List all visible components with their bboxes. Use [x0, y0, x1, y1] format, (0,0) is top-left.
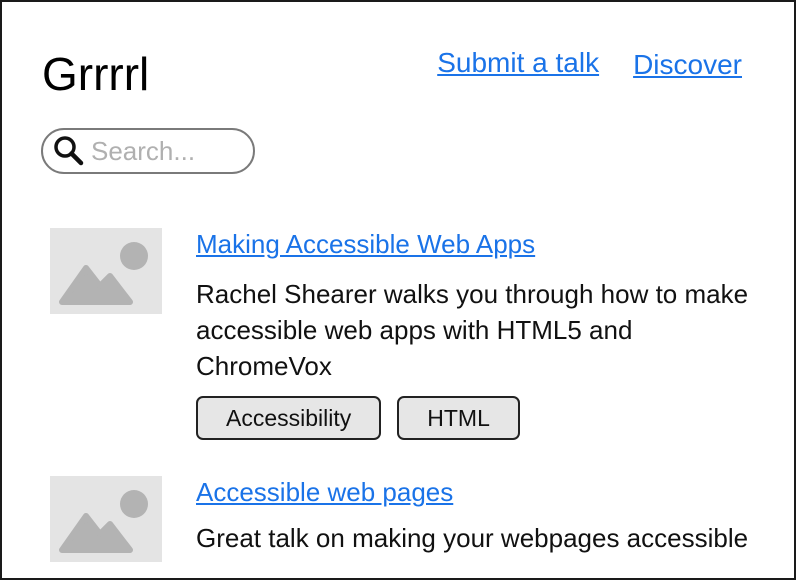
- talk-title-link[interactable]: Accessible web pages: [196, 476, 756, 508]
- talk-item: Making Accessible Web Apps Rachel Sheare…: [50, 228, 750, 458]
- top-nav: Submit a talk Discover: [437, 46, 742, 82]
- search-box[interactable]: [41, 128, 255, 174]
- nav-discover-link[interactable]: Discover: [633, 48, 742, 82]
- app-window: Grrrrl Submit a talk Discover Making Acc…: [0, 0, 796, 580]
- talk-body: Accessible web pages Great talk on makin…: [196, 476, 756, 556]
- talk-description: Great talk on making your webpages acces…: [196, 523, 749, 553]
- search-icon: [54, 136, 84, 166]
- talk-thumbnail: [50, 228, 162, 314]
- talk-body: Making Accessible Web Apps Rachel Sheare…: [196, 228, 756, 440]
- talk-description: Rachel Shearer walks you through how to …: [196, 279, 749, 381]
- tag-accessibility-button[interactable]: Accessibility: [196, 396, 382, 440]
- talk-title-link[interactable]: Making Accessible Web Apps: [196, 228, 756, 260]
- tag-html-button[interactable]: HTML: [397, 396, 520, 440]
- talk-thumbnail: [50, 476, 162, 562]
- talk-tags: Accessibility HTML: [196, 396, 756, 440]
- app-title: Grrrrl: [42, 48, 150, 100]
- search-input[interactable]: [91, 135, 241, 167]
- talk-item: Accessible web pages Great talk on makin…: [50, 476, 750, 578]
- nav-submit-talk-link[interactable]: Submit a talk: [437, 46, 599, 82]
- image-placeholder-icon: [59, 242, 148, 305]
- image-placeholder-icon: [59, 490, 148, 553]
